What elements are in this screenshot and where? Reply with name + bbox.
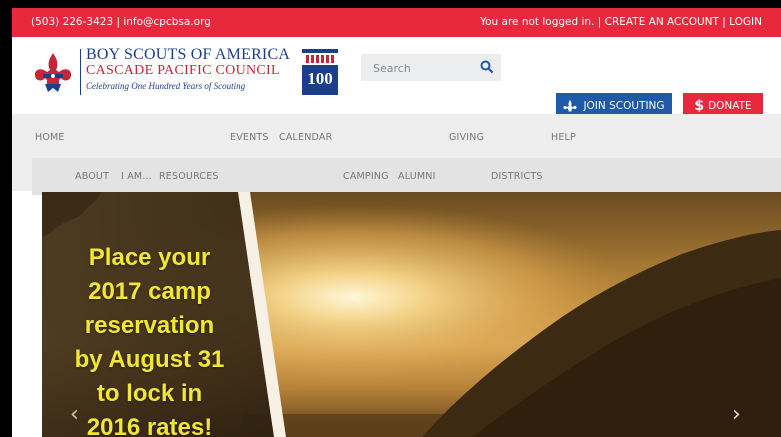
promo-line: reservation [84,312,215,339]
top-bar: (503) 226-3423 | info@cpcbsa.org You are… [12,8,781,37]
fleur-de-lis-icon [563,100,578,112]
nav-resources[interactable]: RESOURCES [159,171,219,182]
promo-line: to lock in [96,380,203,407]
promo-line: by August 31 [74,346,225,373]
search-icon[interactable] [479,59,495,75]
nav-help[interactable]: HELP [551,132,576,143]
create-account-link[interactable]: CREATE AN ACCOUNT [605,16,719,28]
nav-about[interactable]: ABOUT [75,171,109,182]
nav-giving[interactable]: GIVING [449,132,484,143]
centennial-badge: 100 [302,49,338,95]
dollar-icon: $ [694,98,705,114]
badge-number: 100 [307,69,333,88]
header: BOY SCOUTS OF AMERICA CASCADE PACIFIC CO… [12,37,781,121]
promo-line: Place your [88,244,211,271]
nav-calendar[interactable]: CALENDAR [279,132,332,143]
chevron-right-icon[interactable]: › [732,402,741,427]
nav-camping[interactable]: CAMPING [343,171,389,182]
join-scouting-label: JOIN SCOUTING [583,100,665,112]
org-name[interactable]: BOY SCOUTS OF AMERICA [86,47,290,63]
donate-label: DONATE [708,100,752,112]
flag-stripe [302,53,338,65]
nav-alumni[interactable]: ALUMNI [398,171,436,182]
hero-carousel[interactable]: Place your 2017 camp reservation by Augu… [42,192,781,437]
nav-events[interactable]: EVENTS [230,132,269,143]
nav-i-am[interactable]: I AM... [121,171,152,182]
logo-divider [80,49,81,95]
login-link[interactable]: LOGIN [729,16,762,28]
nav-home[interactable]: HOME [35,132,65,143]
main-nav: HOME EVENTS CALENDAR GIVING HELP ABOUT I… [12,114,781,195]
tagline: Celebrating One Hundred Years of Scoutin… [86,81,246,91]
separator: | [722,16,726,28]
council-name[interactable]: CASCADE PACIFIC COUNCIL [86,64,280,78]
contact-info[interactable]: (503) 226-3423 | info@cpcbsa.org [31,16,211,28]
secondary-nav: ABOUT I AM... RESOURCES CAMPING ALUMNI D… [32,158,781,195]
page: (503) 226-3423 | info@cpcbsa.org You are… [12,8,781,437]
login-area: You are not logged in. | CREATE AN ACCOU… [480,16,762,28]
promo-line: 2016 rates! [86,414,213,437]
fleur-de-lis-logo-icon[interactable] [30,50,76,96]
search-input[interactable] [361,54,485,83]
login-status: You are not logged in. [480,16,595,28]
nav-districts[interactable]: DISTRICTS [491,171,543,182]
search-box [361,54,501,83]
promo-message: Place your 2017 camp reservation by Augu… [62,241,237,437]
chevron-left-icon[interactable]: ‹ [70,402,79,427]
promo-line: 2017 camp [88,278,211,305]
separator: | [597,16,602,28]
